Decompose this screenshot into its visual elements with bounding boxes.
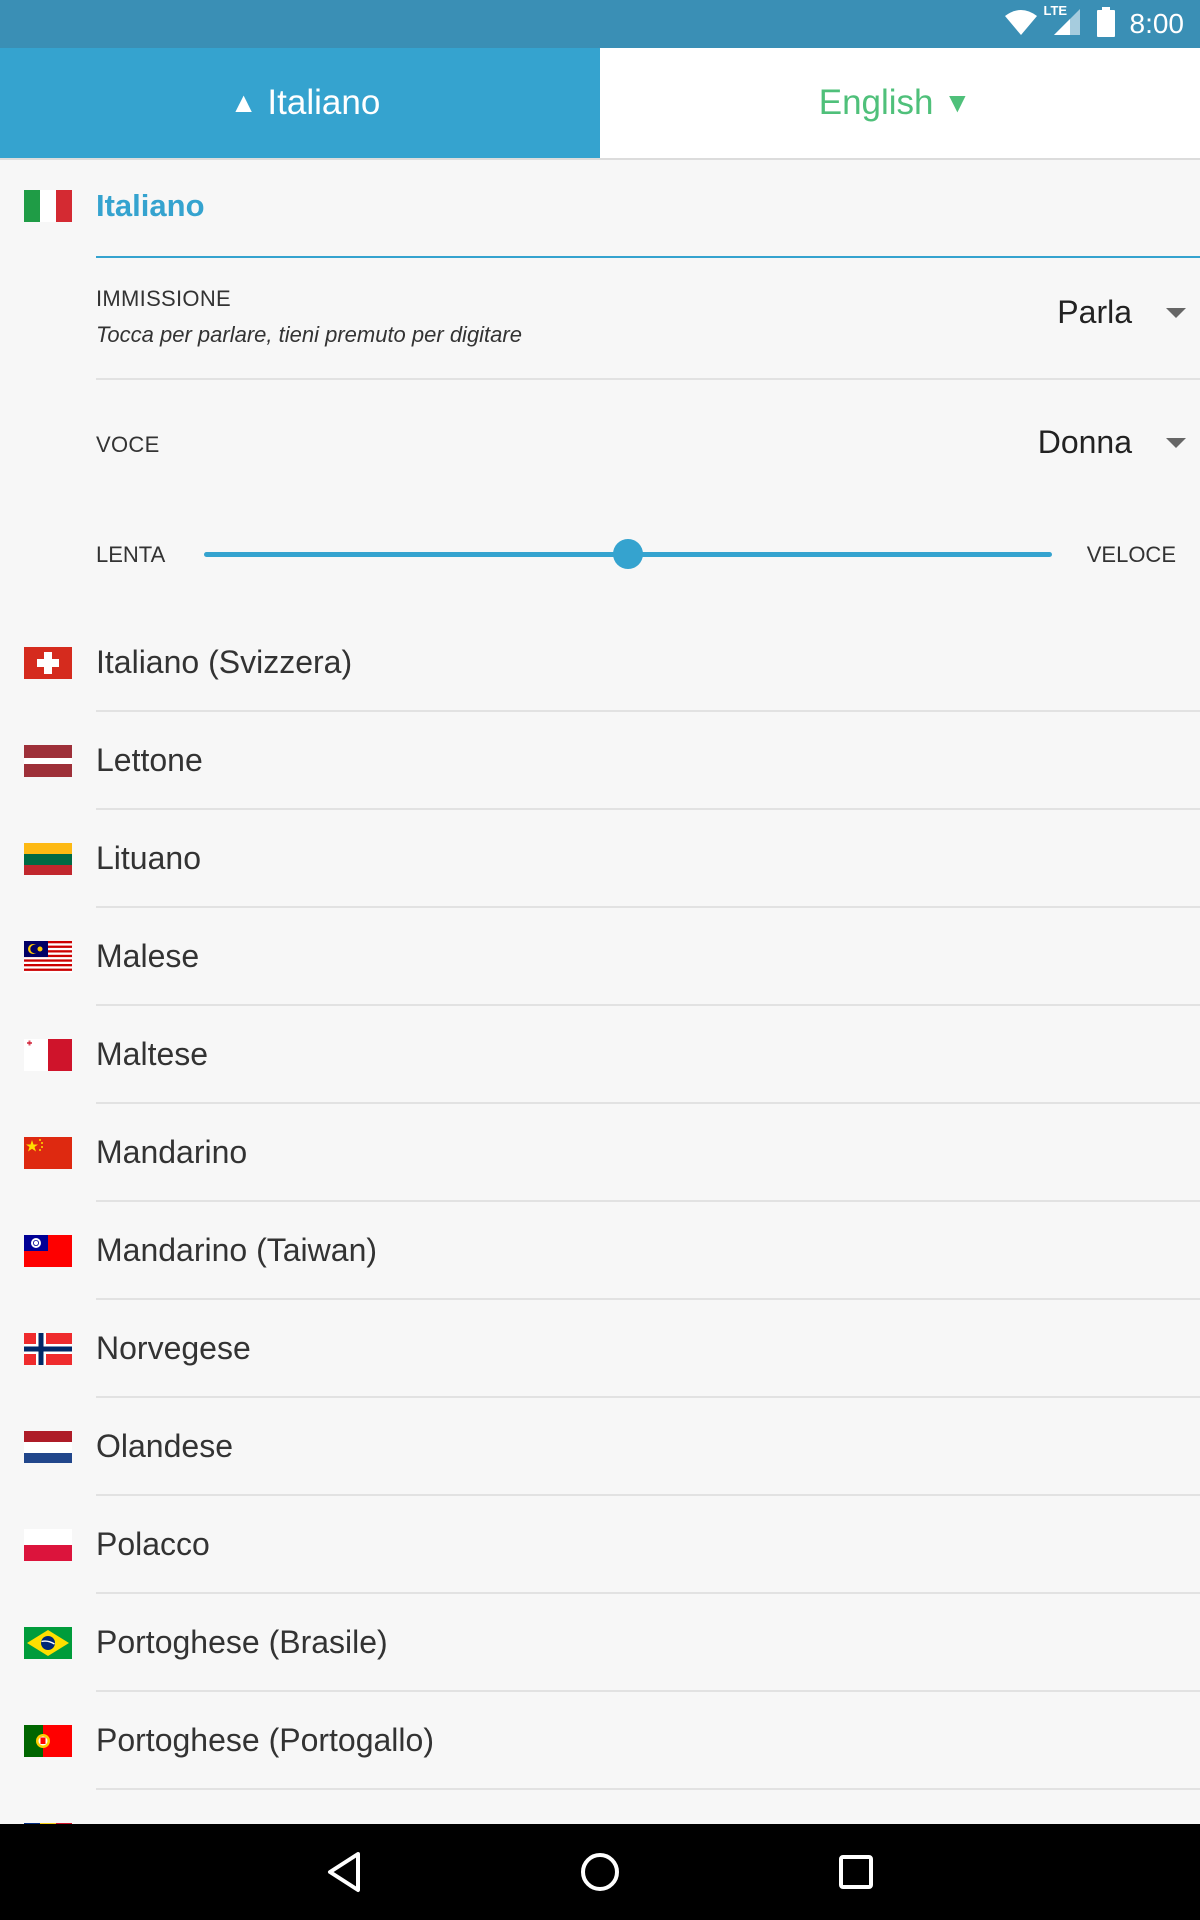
portugal-flag-icon (24, 1725, 72, 1757)
malaysia-flag-icon (24, 941, 72, 973)
back-icon[interactable] (318, 1846, 370, 1898)
selected-underline (96, 256, 1200, 258)
language-item[interactable]: Polacco (0, 1496, 1200, 1594)
norway-flag-icon (24, 1333, 72, 1365)
voice-row: VOCE Donna (96, 424, 1200, 484)
input-mode-dropdown[interactable]: Parla (1057, 294, 1186, 331)
language-name: Mandarino (96, 1134, 248, 1170)
speed-max-label: VELOCE (1086, 542, 1176, 567)
taiwan-flag-icon (24, 1235, 72, 1267)
language-name: Malese (96, 938, 200, 974)
selected-language-panel: Italiano IMMISSIONE Tocca per parlare, t… (0, 160, 1200, 569)
wifi-icon (1004, 8, 1038, 41)
voice-dropdown[interactable]: Donna (1038, 424, 1186, 461)
dropdown-caret-icon (1166, 307, 1186, 318)
language-name: Italiano (Svizzera) (96, 644, 353, 680)
selected-language-header[interactable]: Italiano (0, 160, 1200, 258)
language-name: Lituano (96, 840, 201, 876)
arrow-down-icon: ▼ (943, 87, 972, 118)
language-item[interactable]: Lituano (0, 810, 1200, 908)
speed-slider-thumb[interactable] (613, 539, 643, 569)
speed-slider-row: LENTA VELOCE (96, 524, 1200, 584)
language-item[interactable]: Maltese (0, 1006, 1200, 1104)
italy-flag-icon (24, 190, 72, 222)
language-name: Portoghese (Portogallo) (96, 1722, 434, 1758)
language-name: Maltese (96, 1036, 209, 1072)
language-name: Polacco (96, 1526, 210, 1562)
poland-flag-icon (24, 1529, 72, 1561)
switzerland-flag-icon (24, 647, 72, 679)
tab-target-language[interactable]: English ▼ (600, 48, 1200, 158)
input-mode-row: IMMISSIONE Tocca per parlare, tieni prem… (96, 286, 1200, 366)
arrow-up-icon: ▲ (229, 87, 258, 118)
language-tabs: ▲ Italiano English ▼ (0, 48, 1200, 160)
navigation-bar (0, 1824, 1200, 1920)
recents-icon[interactable] (830, 1846, 882, 1898)
input-mode-value: Parla (1057, 294, 1132, 330)
voice-label: VOCE (96, 432, 160, 457)
input-mode-label: IMMISSIONE (96, 286, 232, 311)
tab-source-language[interactable]: ▲ Italiano (0, 48, 600, 158)
language-name: Portoghese (Brasile) (96, 1624, 388, 1660)
tab-target-label: English (818, 83, 934, 122)
language-item[interactable]: Lettone (0, 712, 1200, 810)
language-item[interactable]: Italiano (Svizzera) (0, 614, 1200, 712)
language-list: Italiano (Svizzera) Lettone Lituano Malese M… (0, 614, 1200, 1824)
cell-signal-icon: LTE (1044, 3, 1082, 42)
clock: 8:00 (1129, 8, 1185, 39)
home-icon[interactable] (574, 1846, 626, 1898)
status-icons: LTE 8:00 (1004, 0, 1185, 48)
malta-flag-icon (24, 1039, 72, 1071)
language-item[interactable]: Mandarino (Taiwan) (0, 1202, 1200, 1300)
input-mode-hint: Tocca per parlare, tieni premuto per dig… (96, 322, 522, 347)
speed-min-label: LENTA (96, 542, 166, 567)
language-name: Lettone (96, 742, 203, 778)
tab-source-label: Italiano (267, 83, 381, 122)
divider (96, 378, 1200, 380)
dropdown-caret-icon (1166, 437, 1186, 448)
language-name: Mandarino (Taiwan) (96, 1232, 378, 1268)
selected-language-name: Italiano (96, 188, 205, 223)
language-item[interactable]: Norvegese (0, 1300, 1200, 1398)
language-item[interactable]: Olandese (0, 1398, 1200, 1496)
language-name: Norvegese (96, 1330, 251, 1366)
status-bar: LTE 8:00 (0, 0, 1200, 48)
china-flag-icon (24, 1137, 72, 1169)
language-item[interactable]: Malese (0, 908, 1200, 1006)
lithuania-flag-icon (24, 843, 72, 875)
voice-value: Donna (1037, 424, 1132, 460)
lte-badge: LTE (1043, 2, 1068, 18)
latvia-flag-icon (24, 745, 72, 777)
language-item[interactable]: Portoghese (Brasile) (0, 1594, 1200, 1692)
battery-icon (1096, 6, 1116, 42)
language-name: Olandese (96, 1428, 233, 1464)
netherlands-flag-icon (24, 1431, 72, 1463)
language-item[interactable]: Romeno (0, 1790, 1200, 1824)
brazil-flag-icon (24, 1627, 72, 1659)
language-item[interactable]: Portoghese (Portogallo) (0, 1692, 1200, 1790)
language-item[interactable]: Mandarino (0, 1104, 1200, 1202)
